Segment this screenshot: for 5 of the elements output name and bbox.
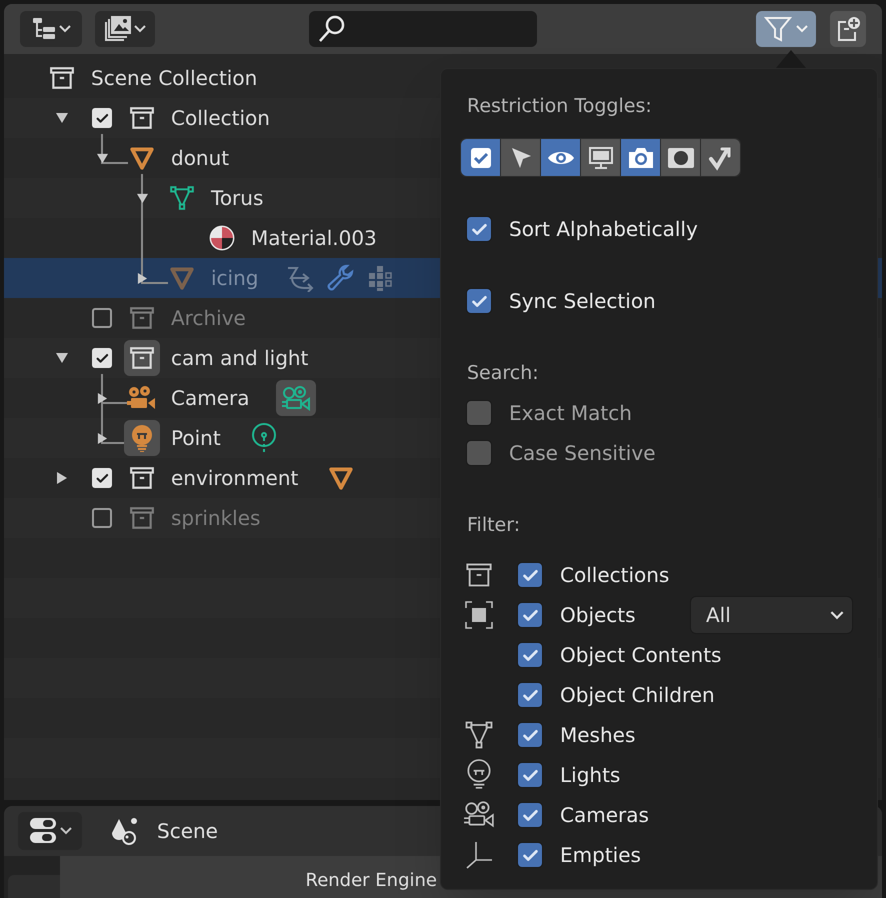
section-title: Search: — [467, 360, 539, 386]
render-engine-label: Render Engine — [306, 870, 437, 892]
section-title: Filter: — [467, 512, 520, 538]
section-title: Restriction Toggles: — [467, 94, 652, 119]
scene-label: Scene — [157, 818, 218, 845]
